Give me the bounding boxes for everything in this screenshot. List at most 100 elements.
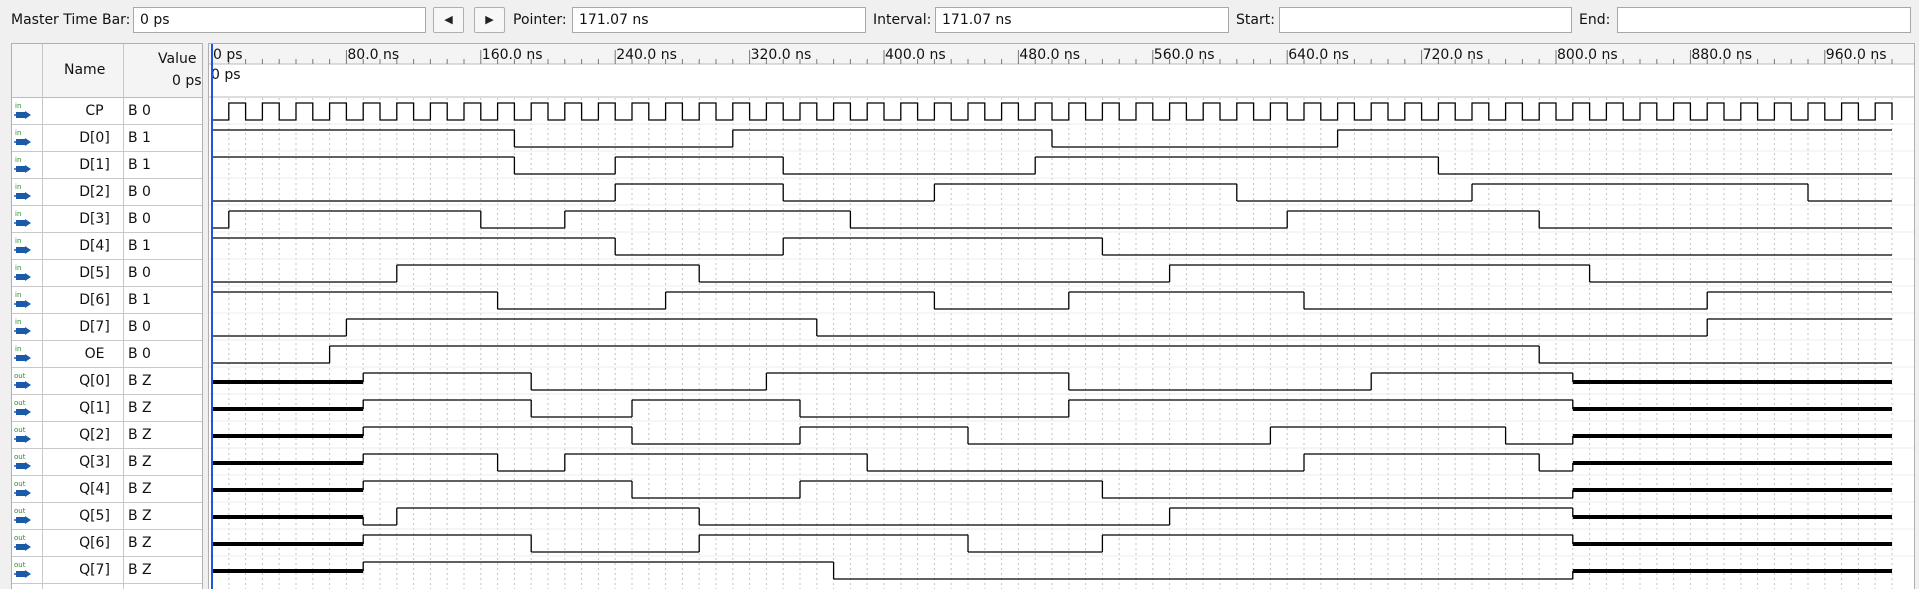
signal-row[interactable]: in D[3] B 0 [12, 206, 202, 233]
signal-value: B Z [128, 400, 152, 416]
signal-row[interactable]: in OE B 0 [12, 341, 202, 368]
input-pin-icon: in [14, 345, 31, 362]
output-pin-icon: out [14, 507, 31, 524]
signal-value: B 0 [128, 319, 151, 335]
signal-value: B 0 [128, 265, 151, 281]
time-tick-label: 640.0 ns [1288, 47, 1349, 63]
previous-transition-button[interactable]: ◀ [433, 7, 464, 33]
svg-text:in: in [15, 129, 21, 137]
signal-row[interactable]: in D[7] B 0 [12, 314, 202, 341]
output-pin-icon: out [14, 561, 31, 578]
signal-row[interactable]: out Q[2] B Z [12, 422, 202, 449]
signal-row[interactable]: in D[2] B 0 [12, 179, 202, 206]
signal-list-header: Name Value 0 ps [12, 44, 202, 98]
time-tick-label: 80.0 ns [347, 47, 399, 63]
time-tick-label: 960.0 ns [1826, 47, 1887, 63]
next-transition-button[interactable]: ▶ [474, 7, 505, 33]
svg-text:in: in [15, 291, 21, 299]
svg-text:in: in [15, 183, 21, 191]
end-label: End: [1579, 12, 1611, 28]
signal-row[interactable]: in D[0] B 1 [12, 125, 202, 152]
name-column-header[interactable]: Name [64, 62, 105, 78]
master-time-bar-field[interactable] [133, 7, 426, 33]
svg-text:out: out [14, 399, 26, 407]
signal-value: B 1 [128, 157, 151, 173]
triangle-left-icon: ◀ [444, 13, 453, 26]
svg-text:out: out [14, 561, 26, 569]
time-axis-start-label: 0 ps [211, 67, 241, 83]
time-tick-label: 880.0 ns [1691, 47, 1752, 63]
signal-row[interactable]: out Q[1] B Z [12, 395, 202, 422]
start-field[interactable] [1279, 7, 1572, 33]
pointer-label: Pointer: [513, 12, 567, 28]
svg-text:in: in [15, 345, 21, 353]
signal-value: B 0 [128, 211, 151, 227]
toolbar: Master Time Bar: ◀ ▶ Pointer: Interval: … [0, 0, 1919, 42]
output-pin-icon: out [14, 399, 31, 416]
signal-value: B Z [128, 562, 152, 578]
signal-value: B 0 [128, 346, 151, 362]
signal-value: B 1 [128, 238, 151, 254]
time-tick-label: 480.0 ns [1019, 47, 1080, 63]
signal-row[interactable]: in CP B 0 [12, 98, 202, 125]
pointer-field[interactable] [572, 7, 866, 33]
signal-row[interactable]: out Q[0] B Z [12, 368, 202, 395]
signal-row[interactable]: out Q[5] B Z [12, 503, 202, 530]
input-pin-icon: in [14, 129, 31, 146]
input-pin-icon: in [14, 264, 31, 281]
signal-row[interactable]: out Q[7] B Z [12, 557, 202, 584]
time-tick-label: 720.0 ns [1423, 47, 1484, 63]
value-column-header[interactable]: Value [158, 51, 196, 67]
signal-row[interactable]: in D[1] B 1 [12, 152, 202, 179]
input-pin-icon: in [14, 318, 31, 335]
time-tick-label: 320.0 ns [751, 47, 812, 63]
input-pin-icon: in [14, 156, 31, 173]
waveform-panel[interactable]: 0 ps 80.0 ns 160.0 ns 240.0 ns 320.0 ns 400.0… [208, 43, 1915, 589]
input-pin-icon: in [14, 210, 31, 227]
signal-value: B 0 [128, 184, 151, 200]
signal-row[interactable]: out Q[6] B Z [12, 530, 202, 557]
time-tick-label: 0 ps [213, 47, 243, 63]
waveform-canvas[interactable]: 0 ps 80.0 ns 160.0 ns 240.0 ns 320.0 ns 400.0… [209, 44, 1914, 589]
signal-value: B 1 [128, 292, 151, 308]
output-pin-icon: out [14, 480, 31, 497]
svg-text:in: in [15, 102, 21, 110]
signal-value: B Z [128, 454, 152, 470]
signal-value: B Z [128, 535, 152, 551]
time-tick-label: 560.0 ns [1154, 47, 1215, 63]
input-pin-icon: in [14, 237, 31, 254]
output-pin-icon: out [14, 453, 31, 470]
interval-field[interactable] [935, 7, 1229, 33]
signal-row[interactable]: out Q[4] B Z [12, 476, 202, 503]
signal-value: B 1 [128, 130, 151, 146]
signal-row[interactable]: in D[6] B 1 [12, 287, 202, 314]
svg-text:out: out [14, 480, 26, 488]
svg-text:in: in [15, 318, 21, 326]
input-pin-icon: in [14, 102, 31, 119]
master-time-bar-label: Master Time Bar: [11, 12, 131, 28]
svg-text:out: out [14, 453, 26, 461]
signal-row[interactable]: out Q[3] B Z [12, 449, 202, 476]
start-label: Start: [1236, 12, 1275, 28]
signal-value: B 0 [128, 103, 151, 119]
time-tick-label: 160.0 ns [482, 47, 543, 63]
svg-text:out: out [14, 507, 26, 515]
svg-text:out: out [14, 372, 26, 380]
output-pin-icon: out [14, 534, 31, 551]
interval-label: Interval: [873, 12, 932, 28]
svg-text:in: in [15, 264, 21, 272]
svg-text:in: in [15, 156, 21, 164]
end-field[interactable] [1617, 7, 1911, 33]
value-column-time: 0 ps [172, 73, 202, 89]
signal-row[interactable]: in D[5] B 0 [12, 260, 202, 287]
signal-row[interactable]: in D[4] B 1 [12, 233, 202, 260]
waveform-trace [212, 102, 1893, 121]
time-tick-label: 240.0 ns [616, 47, 677, 63]
signal-value: B Z [128, 373, 152, 389]
output-pin-icon: out [14, 426, 31, 443]
input-pin-icon: in [14, 183, 31, 200]
time-tick-label: 800.0 ns [1557, 47, 1618, 63]
svg-text:in: in [15, 237, 21, 245]
input-pin-icon: in [14, 291, 31, 308]
signal-value: B Z [128, 481, 152, 497]
